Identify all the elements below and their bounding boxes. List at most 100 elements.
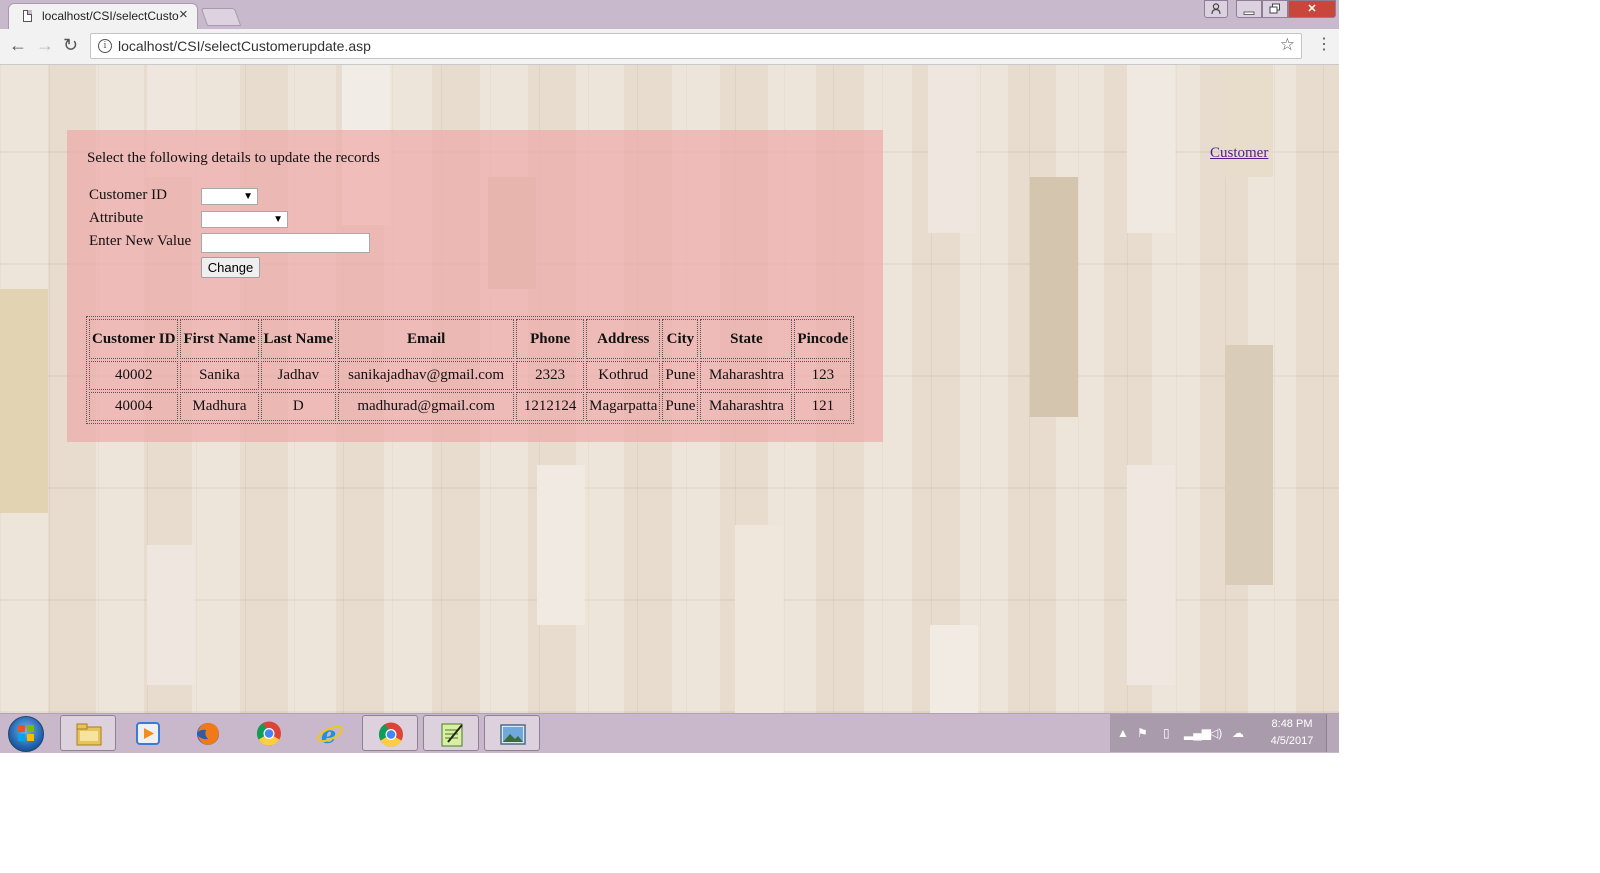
show-desktop-button[interactable] [1326, 714, 1339, 752]
wood-plank [537, 465, 585, 625]
url-text[interactable]: localhost/CSI/selectCustomerupdate.asp [118, 38, 371, 54]
wood-plank [0, 289, 48, 513]
bookmark-star-icon[interactable]: ☆ [1280, 35, 1295, 55]
table-cell: 40002 [89, 361, 179, 390]
table-cell: Maharashtra [700, 361, 793, 390]
new-value-input[interactable] [201, 233, 370, 253]
instruction-text: Select the following details to update t… [87, 150, 380, 166]
chrome-icon [378, 722, 403, 747]
taskbar-app-notepad[interactable] [423, 715, 479, 751]
taskbar-app-file-explorer[interactable] [60, 715, 116, 751]
minimize-button[interactable] [1236, 0, 1262, 18]
taskbar-app-photo-viewer[interactable] [484, 715, 540, 751]
table-cell: Jadhav [260, 361, 337, 390]
column-header: Phone [516, 319, 585, 359]
clock-time[interactable]: 8:48 PM [1262, 718, 1322, 730]
table-cell: 1212124 [516, 392, 585, 421]
cloud-icon[interactable]: ☁ [1232, 726, 1244, 740]
restore-button[interactable] [1262, 0, 1288, 18]
internet-explorer-icon: e [317, 720, 343, 747]
minimize-icon [1243, 11, 1255, 15]
customer-id-select[interactable]: ▼ [201, 188, 258, 205]
start-button[interactable] [8, 716, 44, 752]
back-icon[interactable]: ← [9, 35, 27, 55]
table-cell: Magarpatta [586, 392, 661, 421]
show-hidden-icons[interactable]: ▲ [1117, 726, 1129, 740]
column-header: First Name [180, 319, 259, 359]
info-icon[interactable]: i [98, 39, 112, 53]
table-cell: Kothrud [586, 361, 661, 390]
file-explorer-icon [76, 723, 102, 746]
column-header: City [662, 319, 699, 359]
clock-date[interactable]: 4/5/2017 [1262, 735, 1322, 747]
close-icon: ✕ [1307, 3, 1317, 15]
table-cell: 2323 [516, 361, 585, 390]
browser-toolbar: ← → ↻ i localhost/CSI/selectCustomerupda… [0, 29, 1339, 65]
wood-plank [1127, 65, 1175, 233]
change-button[interactable]: Change [201, 257, 260, 278]
tab-title: localhost/CSI/selectCusto [42, 9, 179, 23]
customer-link[interactable]: Customer [1210, 145, 1268, 162]
network-signal-icon[interactable]: ▂▄▆ [1184, 726, 1211, 740]
new-tab-button[interactable] [200, 8, 242, 26]
table-cell: madhurad@gmail.com [338, 392, 515, 421]
taskbar-app-media-player[interactable] [120, 715, 176, 751]
table-cell: Pune [662, 361, 699, 390]
user-icon [1211, 3, 1221, 15]
browser-menu-icon[interactable]: ⋮ [1316, 35, 1332, 55]
column-header: State [700, 319, 793, 359]
table-cell: Sanika [180, 361, 259, 390]
attribute-label: Attribute [89, 210, 144, 226]
column-header: Pincode [794, 319, 852, 359]
user-profile-button[interactable] [1204, 0, 1228, 18]
update-form-panel: Select the following details to update t… [67, 130, 883, 442]
customer-id-label: Customer ID [89, 187, 167, 203]
forward-icon[interactable]: → [36, 35, 54, 55]
notepad-icon [441, 723, 463, 747]
action-center-flag-icon[interactable]: ⚑ [1137, 726, 1148, 740]
taskbar-app-chrome-active[interactable] [362, 715, 418, 751]
media-player-icon [136, 722, 160, 745]
table-row: 40004 Madhura D madhurad@gmail.com 12121… [89, 392, 852, 421]
close-button[interactable]: ✕ [1288, 0, 1336, 18]
wood-plank [928, 65, 976, 233]
attribute-select[interactable]: ▼ [201, 211, 288, 228]
column-header: Address [586, 319, 661, 359]
wood-plank [1127, 465, 1175, 685]
tab-close-icon[interactable]: × [179, 7, 188, 23]
restore-icon [1269, 3, 1280, 14]
page-content: Customer Select the following details to… [0, 65, 1339, 713]
photo-viewer-icon [500, 724, 526, 745]
reload-icon[interactable]: ↻ [63, 35, 78, 55]
browser-tab[interactable]: localhost/CSI/selectCusto × [8, 3, 198, 29]
table-cell: Pune [662, 392, 699, 421]
table-cell: 40004 [89, 392, 179, 421]
battery-icon[interactable]: ▯ [1163, 726, 1170, 740]
wood-plank [1030, 177, 1078, 417]
browser-window: localhost/CSI/selectCusto × ✕ ← → ↻ i lo… [0, 0, 1339, 753]
taskbar-app-firefox[interactable] [180, 715, 236, 751]
table-header-row: Customer ID First Name Last Name Email P… [89, 319, 852, 359]
windows-logo-icon [18, 725, 35, 742]
table-cell: 121 [794, 392, 852, 421]
tab-strip: localhost/CSI/selectCusto × ✕ [0, 0, 1339, 29]
table-cell: 123 [794, 361, 852, 390]
taskbar-app-chrome[interactable] [241, 715, 297, 751]
address-bar[interactable]: i localhost/CSI/selectCustomerupdate.asp… [90, 33, 1302, 59]
dropdown-arrow-icon: ▼ [243, 191, 253, 202]
wood-plank [930, 625, 978, 713]
dropdown-arrow-icon: ▼ [273, 214, 283, 225]
table-cell: D [260, 392, 337, 421]
volume-icon[interactable]: ◁) [1209, 726, 1222, 740]
svg-text:e: e [321, 720, 336, 747]
customer-table: Customer ID First Name Last Name Email P… [86, 316, 855, 424]
wood-plank [147, 545, 195, 685]
table-cell: Madhura [180, 392, 259, 421]
column-header: Customer ID [89, 319, 179, 359]
chrome-icon [256, 721, 281, 746]
table-cell: Maharashtra [700, 392, 793, 421]
taskbar-app-internet-explorer[interactable]: e [302, 715, 358, 751]
table-cell: sanikajadhav@gmail.com [338, 361, 515, 390]
firefox-icon [197, 723, 219, 745]
page-icon [23, 10, 32, 22]
